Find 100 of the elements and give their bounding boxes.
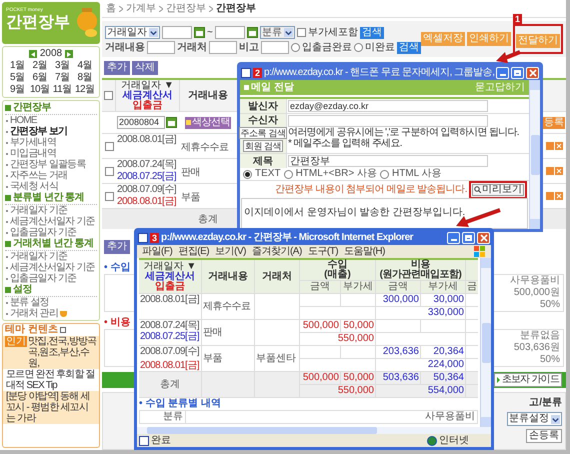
- color-picker-button[interactable]: 색상선택: [185, 116, 231, 128]
- end-date-field[interactable]: [214, 26, 245, 39]
- minimize-button[interactable]: [496, 66, 510, 78]
- date-type-dropdown[interactable]: 거래일자: [105, 26, 160, 39]
- radio-button[interactable]: [380, 170, 389, 178]
- hint-text: 여러명에게 공유시에는 ','로 구분하여 입력하시면 됩니다.: [288, 127, 520, 138]
- add-button[interactable]: 추가: [104, 240, 130, 254]
- category-dropdown[interactable]: 분류설정: [507, 412, 562, 426]
- message-text: 이지데이에서 운영자님이 발송한 간편장부입니다.: [244, 207, 466, 218]
- next-year-icon[interactable]: [65, 50, 74, 58]
- date-text: 2008.07.24[목]: [140, 320, 200, 331]
- article-link[interactable]: 맛집,전국,방방곡곡,원조,부산,수원,: [28, 336, 97, 369]
- nav-link[interactable]: 부가세내역: [10, 137, 56, 148]
- month-link[interactable]: 11월: [51, 84, 74, 96]
- nav-link[interactable]: 국세청 서식: [10, 181, 58, 192]
- subject-field[interactable]: 간편장부: [288, 155, 488, 167]
- menu-item[interactable]: 파일(F): [142, 246, 172, 258]
- column-header[interactable]: 거래일자 ▼: [121, 80, 174, 90]
- calendar-icon[interactable]: [194, 27, 205, 38]
- nav-link[interactable]: 거래일자 기준: [10, 205, 68, 216]
- menu-item[interactable]: 도움말(H): [344, 246, 385, 258]
- search-button[interactable]: 검색: [397, 42, 421, 54]
- nav-link[interactable]: 입출금일자 기준: [10, 227, 76, 238]
- article-link[interactable]: 모르면 완전 후회할 절대적 SEX Tip: [6, 369, 97, 391]
- month-link[interactable]: 1월: [6, 60, 28, 72]
- checkbox[interactable]: [104, 166, 114, 176]
- section-heading[interactable]: 분류별 년간 통계: [13, 192, 84, 204]
- maximize-button[interactable]: [462, 232, 475, 244]
- preview-button[interactable]: 미리보기: [472, 184, 524, 196]
- recipient-field[interactable]: [288, 115, 488, 127]
- previous-year-icon[interactable]: [28, 50, 37, 58]
- radio-button[interactable]: [291, 43, 300, 52]
- nav-link[interactable]: 입출금일자 기준: [10, 273, 76, 284]
- nav-link[interactable]: HOME: [10, 115, 37, 126]
- delete-icon[interactable]: [555, 142, 563, 150]
- month-link[interactable]: 4월: [74, 60, 96, 72]
- nav-link[interactable]: 미입금내역: [10, 148, 56, 159]
- month-link[interactable]: 6월: [28, 72, 51, 84]
- table-cell: 203,636: [376, 346, 420, 358]
- close-button[interactable]: [526, 66, 540, 78]
- search-button[interactable]: 검색: [360, 26, 384, 38]
- checkbox[interactable]: [104, 142, 114, 150]
- breadcrumb-link[interactable]: 가계부: [126, 2, 156, 14]
- lookup-button[interactable]: 회원 검색: [242, 140, 284, 152]
- filter-field[interactable]: [209, 41, 237, 54]
- menu-item[interactable]: 보기(V): [215, 246, 246, 258]
- menu-item[interactable]: 도구(T): [308, 246, 338, 258]
- close-button[interactable]: [477, 232, 490, 244]
- month-link[interactable]: 9월: [6, 84, 28, 96]
- start-date-field[interactable]: [162, 26, 192, 39]
- category-dropdown[interactable]: 분류: [260, 26, 295, 39]
- maximize-button[interactable]: [511, 66, 524, 78]
- guide-button[interactable]: 초보자 가이드: [494, 373, 562, 387]
- date-field[interactable]: 20080804: [117, 116, 165, 129]
- column-header: 금액: [300, 281, 340, 293]
- column-header[interactable]: 거래일자 ▼: [144, 262, 196, 272]
- section-heading[interactable]: 간편장부: [13, 102, 51, 114]
- nav-link[interactable]: 세금계산서일자 기준: [10, 216, 95, 227]
- month-link[interactable]: 10월: [28, 84, 51, 96]
- delete-icon[interactable]: [555, 167, 563, 175]
- menu-item[interactable]: 편집(E): [178, 246, 210, 258]
- delete-icon[interactable]: [555, 192, 563, 200]
- month-link[interactable]: 12월: [74, 84, 96, 96]
- table-cell: 부품: [202, 346, 254, 371]
- radio-button[interactable]: [354, 43, 363, 52]
- nav-link[interactable]: 거래처 관리: [10, 308, 58, 319]
- menu-item[interactable]: 즐겨찾기(A): [252, 246, 302, 258]
- filter-field[interactable]: [147, 41, 175, 54]
- minimize-button[interactable]: [447, 232, 460, 244]
- section-heading[interactable]: 거래처별 년간 통계: [13, 238, 94, 250]
- nav-link[interactable]: 간편장부 보기: [10, 126, 68, 137]
- article-link[interactable]: [분당 야탑역] 동해 세꼬시 - 평범한 세꼬시는 가라: [6, 391, 97, 424]
- section-heading[interactable]: 설정: [13, 284, 32, 296]
- lookup-button[interactable]: 주소록 검색: [238, 127, 288, 139]
- radio-label: HTML 사용: [392, 168, 442, 180]
- sender-field[interactable]: ezday@ezday.co.kr: [288, 100, 488, 112]
- radio-button[interactable]: [243, 170, 252, 178]
- month-link[interactable]: 5월: [6, 72, 28, 84]
- breadcrumb-link[interactable]: 간편장부: [166, 2, 206, 14]
- panel-title: 테마 컨텐츠: [5, 324, 58, 336]
- month-link[interactable]: 3월: [51, 60, 74, 72]
- filter-field[interactable]: [261, 41, 289, 54]
- radio-button[interactable]: [284, 170, 293, 178]
- checkbox[interactable]: [104, 192, 114, 200]
- calendar-icon[interactable]: [166, 117, 177, 128]
- nav-link[interactable]: 분류 설정: [10, 297, 49, 308]
- breadcrumb-link[interactable]: 홈: [106, 2, 116, 14]
- checkbox[interactable]: [104, 91, 113, 100]
- nav-link[interactable]: 간편장부 일괄등록: [10, 159, 86, 170]
- nav-link[interactable]: 세금계산서일자 기준: [10, 262, 95, 273]
- month-link[interactable]: 7월: [51, 72, 74, 84]
- nav-link[interactable]: 거래일자 기준: [10, 251, 68, 262]
- month-link[interactable]: 2월: [28, 60, 51, 72]
- manual-register-button[interactable]: 손등록: [526, 429, 562, 443]
- checkbox[interactable]: [296, 28, 306, 37]
- nav-link[interactable]: 자주쓰는 거래: [10, 170, 68, 181]
- list-button[interactable]: 추가: [104, 61, 130, 75]
- list-button[interactable]: 삭제: [132, 61, 158, 75]
- calendar-icon[interactable]: [246, 27, 258, 38]
- month-link[interactable]: 8월: [74, 72, 96, 84]
